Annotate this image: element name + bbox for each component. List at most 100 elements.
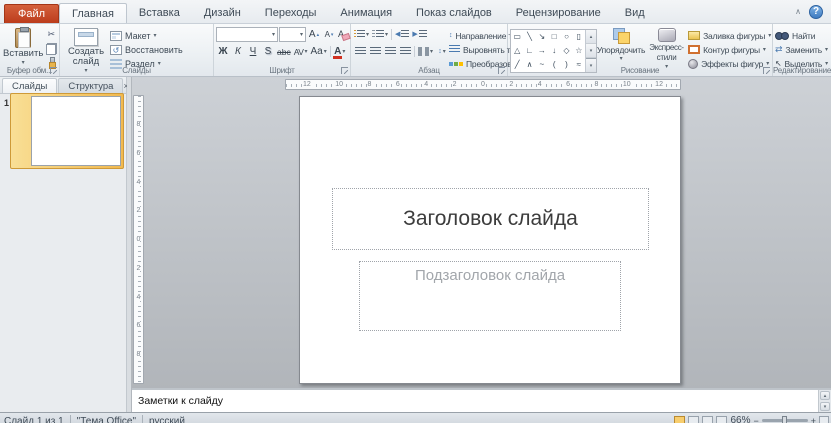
shape-icon[interactable]: ○ <box>564 33 569 41</box>
align-center-button[interactable] <box>368 45 382 58</box>
replace-button[interactable]: ⇄ Заменить ▾ <box>775 43 828 56</box>
notes-pane[interactable]: Заметки к слайду ▴ ▾ <box>132 388 831 412</box>
bullets-button[interactable]: ▾ <box>353 28 370 41</box>
align-center-icon <box>369 47 381 56</box>
fit-to-window-button[interactable] <box>819 415 829 423</box>
slideshow-view-button[interactable] <box>716 415 728 423</box>
shape-icon[interactable]: ▯ <box>577 33 581 41</box>
group-label-paragraph: Абзац <box>418 66 440 75</box>
character-spacing-button[interactable]: AV ▾ <box>293 45 309 58</box>
tab-view[interactable]: Вид <box>613 3 657 23</box>
shape-fill-button[interactable]: Заливка фигуры ▾ <box>688 29 771 42</box>
shape-icon[interactable]: ▭ <box>513 33 521 41</box>
layout-button[interactable]: Макет ▾ <box>110 29 183 42</box>
clear-formatting-button[interactable] <box>337 28 351 41</box>
panel-tab-outline[interactable]: Структура <box>58 78 124 93</box>
zoom-percentage[interactable]: 66% <box>730 415 750 423</box>
line-spacing-button[interactable]: ↕ ▾ <box>435 45 449 58</box>
tab-review[interactable]: Рецензирование <box>504 3 613 23</box>
shape-icon[interactable]: ╲ <box>527 33 532 41</box>
shape-icon[interactable]: → <box>538 47 546 55</box>
slide-sorter-view-button[interactable] <box>688 415 700 423</box>
tab-slide-show[interactable]: Показ слайдов <box>404 3 504 23</box>
shape-icon[interactable]: △ <box>514 47 520 55</box>
bold-button[interactable]: Ж <box>216 45 230 58</box>
reset-slide-button[interactable]: ↺ Восстановить <box>110 43 183 56</box>
ruler-number: 2 <box>136 205 141 217</box>
paste-button[interactable]: Вставить ▾ <box>2 26 44 68</box>
slide-thumbnail[interactable] <box>10 93 124 169</box>
file-tab[interactable]: Файл <box>4 4 60 23</box>
shape-icon[interactable]: ◇ <box>563 47 569 55</box>
ruler-number: 10 <box>621 80 632 89</box>
font-name-combobox[interactable]: ▾ <box>216 27 278 42</box>
ruler-number: 6 <box>136 147 141 159</box>
copy-icon <box>45 42 57 55</box>
columns-button[interactable]: ▾ <box>417 45 434 58</box>
shape-icon[interactable]: □ <box>552 33 557 41</box>
subtitle-placeholder[interactable]: Подзаголовок слайда <box>359 261 621 331</box>
italic-button[interactable]: К <box>231 45 245 58</box>
grow-font-button[interactable]: A ▴ <box>307 28 321 41</box>
strikethrough-button[interactable]: abc <box>276 45 292 58</box>
dialog-launcher-paragraph-icon[interactable] <box>498 67 505 74</box>
numbering-button[interactable]: ▾ <box>371 28 389 41</box>
tab-design[interactable]: Дизайн <box>192 3 253 23</box>
arrange-icon <box>612 28 630 44</box>
ruler-number: 12 <box>654 80 664 89</box>
shape-icon[interactable]: ∟ <box>526 47 534 55</box>
tab-animations[interactable]: Анимация <box>328 3 404 23</box>
ruler-number: 8 <box>593 80 600 89</box>
reading-view-button[interactable] <box>702 415 714 423</box>
justify-button[interactable] <box>398 45 412 58</box>
increase-indent-button[interactable]: ▶ <box>411 28 427 41</box>
shapes-scroll-down-icon[interactable]: ▾ <box>586 44 596 58</box>
ruler-number: 4 <box>423 80 430 89</box>
shape-icon[interactable]: ☆ <box>575 47 582 55</box>
zoom-in-icon[interactable]: + <box>811 416 816 423</box>
underline-button[interactable]: Ч <box>246 45 260 58</box>
shape-icon[interactable]: ↘ <box>538 33 545 41</box>
tab-transitions[interactable]: Переходы <box>253 3 329 23</box>
text-shadow-button[interactable]: S <box>261 45 275 58</box>
help-icon[interactable]: ? <box>809 4 823 19</box>
tab-insert[interactable]: Вставка <box>127 3 192 23</box>
decrease-indent-button[interactable]: ◀ <box>394 28 410 41</box>
paste-clipboard-icon <box>15 27 32 48</box>
font-size-combobox[interactable]: ▾ <box>279 27 306 42</box>
normal-view-button[interactable] <box>674 415 686 423</box>
indent-left-icon: ◀ <box>395 31 401 38</box>
horizontal-ruler: 12 10 8 6 4 2 0 2 4 6 8 10 12 <box>285 79 681 90</box>
ruler-number: 4 <box>136 291 141 303</box>
arrange-button[interactable]: Упорядочить ▾ <box>597 26 645 64</box>
scroll-down-icon[interactable]: ▾ <box>820 402 830 411</box>
align-left-button[interactable] <box>353 45 367 58</box>
find-button[interactable]: Найти <box>775 29 828 42</box>
notes-scrollbar[interactable]: ▴ ▾ <box>818 390 831 412</box>
zoom-slider-thumb[interactable] <box>781 416 787 423</box>
cut-button[interactable]: ✂ <box>44 28 58 41</box>
clear-formatting-icon <box>338 29 350 40</box>
dialog-launcher-clipboard-icon[interactable] <box>50 67 57 74</box>
shape-outline-button[interactable]: Контур фигуры ▾ <box>688 43 771 56</box>
dialog-launcher-drawing-icon[interactable] <box>763 67 770 74</box>
ruler-number: 8 <box>136 119 141 130</box>
dialog-launcher-font-icon[interactable] <box>341 67 348 74</box>
slide-canvas[interactable]: Заголовок слайда Подзаголовок слайда <box>299 96 681 384</box>
shrink-font-button[interactable]: A ▾ <box>322 28 336 41</box>
title-placeholder[interactable]: Заголовок слайда <box>332 188 649 250</box>
align-right-button[interactable] <box>383 45 397 58</box>
minimize-ribbon-icon[interactable]: ∧ <box>795 7 801 16</box>
tab-home[interactable]: Главная <box>59 3 127 23</box>
copy-button[interactable] <box>44 42 58 55</box>
change-case-button[interactable]: Aa ▾ <box>309 45 327 58</box>
zoom-out-icon[interactable]: − <box>753 416 758 423</box>
scroll-up-icon[interactable]: ▴ <box>820 391 830 400</box>
zoom-slider[interactable] <box>761 416 808 423</box>
panel-tab-slides[interactable]: Слайды <box>2 78 58 93</box>
font-color-button[interactable]: A ▾ <box>333 45 347 59</box>
shape-fill-icon <box>688 31 701 40</box>
shape-icon[interactable]: ↓ <box>552 47 556 55</box>
ruler-number: 4 <box>136 176 141 188</box>
shapes-scroll-up-icon[interactable]: ▴ <box>586 30 596 44</box>
